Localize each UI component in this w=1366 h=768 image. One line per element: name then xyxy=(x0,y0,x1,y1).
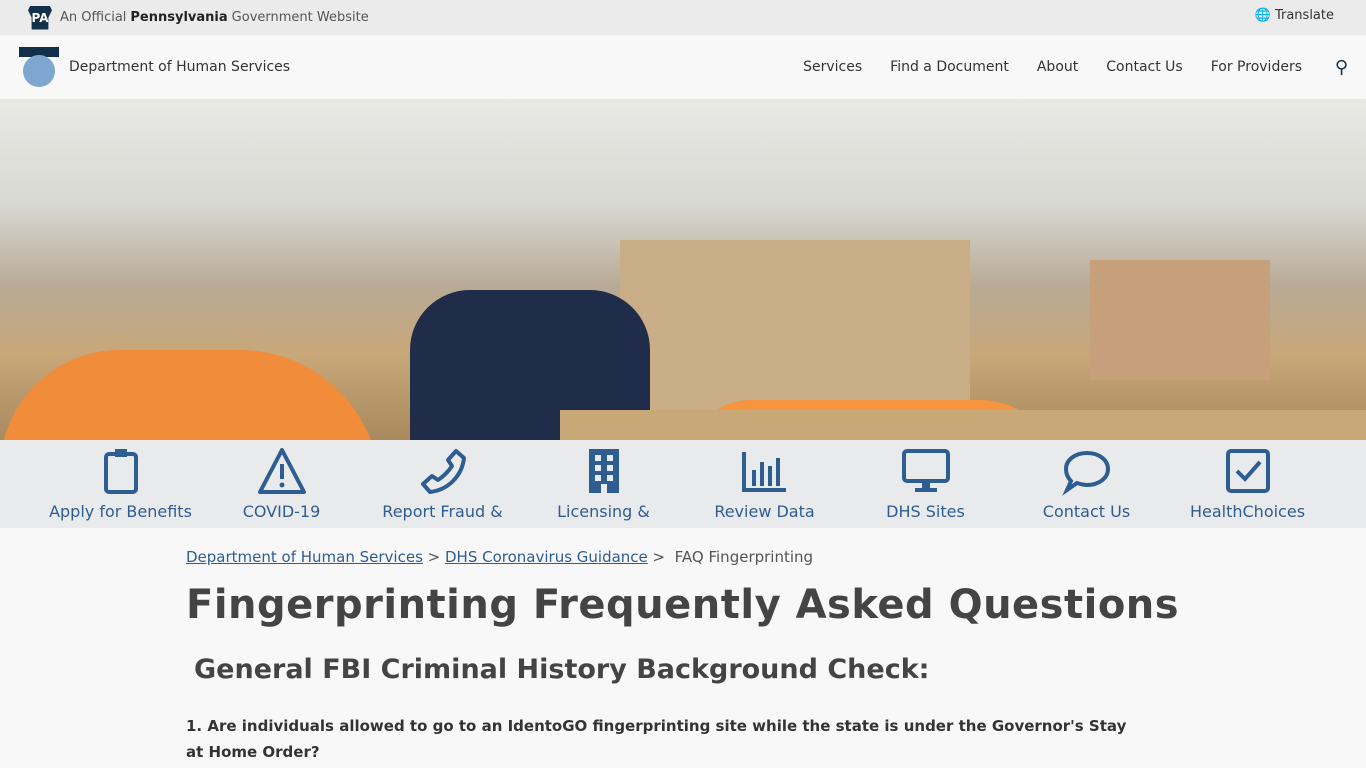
quick-link-licensing[interactable]: Licensing & xyxy=(523,440,684,528)
page-title: Fingerprinting Frequently Asked Question… xyxy=(186,582,1180,628)
main-nav: Services Find a Document About Contact U… xyxy=(803,59,1302,75)
section-heading: General FBI Criminal History Background … xyxy=(194,654,930,685)
quick-link-label: HealthChoices xyxy=(1189,502,1306,521)
quick-link-label: DHS Sites xyxy=(886,502,965,521)
monitor-icon xyxy=(901,449,950,492)
quick-link-covid[interactable]: COVID-19 xyxy=(201,440,362,528)
site-title[interactable]: Department of Human Services xyxy=(69,59,290,75)
quick-links: Apply for Benefits COVID-19 Report Fraud… xyxy=(0,440,1366,528)
nav-contact-us[interactable]: Contact Us xyxy=(1106,59,1182,75)
quick-link-label: Report Fraud & xyxy=(382,502,503,521)
nav-find-document[interactable]: Find a Document xyxy=(890,59,1009,75)
quick-link-contact[interactable]: Contact Us xyxy=(1006,440,1167,528)
phone-icon xyxy=(420,449,466,494)
quick-link-apply[interactable]: Apply for Benefits xyxy=(40,440,201,528)
quick-link-label: Review Data xyxy=(714,502,815,521)
bar-chart-icon xyxy=(741,452,786,492)
chat-icon xyxy=(1061,450,1110,496)
quick-link-label: Licensing & xyxy=(557,502,650,521)
site-header: Department of Human Services Services Fi… xyxy=(0,35,1366,100)
warning-icon xyxy=(257,448,306,494)
translate-label: Translate xyxy=(1274,8,1334,23)
quick-link-label: COVID-19 xyxy=(242,502,321,521)
quick-link-label: Contact Us xyxy=(1042,502,1131,521)
hero-image xyxy=(0,100,1366,440)
quick-link-label: Apply for Benefits xyxy=(49,502,192,521)
nav-services[interactable]: Services xyxy=(803,59,862,75)
banner-state: Pennsylvania xyxy=(130,10,228,25)
banner-suffix: Government Website xyxy=(231,10,369,25)
official-banner: PA An Official Pennsylvania Government W… xyxy=(0,0,1366,35)
dhs-logo[interactable] xyxy=(19,47,59,87)
globe-icon: 🌐 xyxy=(1254,8,1271,23)
breadcrumb: Department of Human Services > DHS Coron… xyxy=(186,548,814,566)
breadcrumb-coronavirus[interactable]: DHS Coronavirus Guidance xyxy=(445,548,648,566)
breadcrumb-current: FAQ Fingerprinting xyxy=(674,548,814,566)
building-icon xyxy=(588,449,619,493)
breadcrumb-dhs[interactable]: Department of Human Services xyxy=(186,548,423,566)
clipboard-icon xyxy=(103,449,138,494)
nav-for-providers[interactable]: For Providers xyxy=(1211,59,1302,75)
faq-question: 1. Are individuals allowed to go to an I… xyxy=(186,717,1127,761)
pa-keystone-icon: PA xyxy=(28,5,52,30)
quick-link-dhs-sites[interactable]: DHS Sites xyxy=(845,440,1006,528)
banner-prefix: An Official xyxy=(60,10,127,25)
search-icon[interactable]: ⚲ xyxy=(1335,57,1348,78)
main-content: Department of Human Services > DHS Coron… xyxy=(0,528,1366,765)
nav-about[interactable]: About xyxy=(1037,59,1078,75)
quick-link-healthchoices[interactable]: HealthChoices xyxy=(1167,440,1328,528)
quick-link-review-data[interactable]: Review Data xyxy=(684,440,845,528)
checkbox-icon xyxy=(1225,449,1270,493)
translate-button[interactable]: 🌐 Translate xyxy=(1255,8,1334,23)
quick-link-report-fraud[interactable]: Report Fraud & xyxy=(362,440,523,528)
